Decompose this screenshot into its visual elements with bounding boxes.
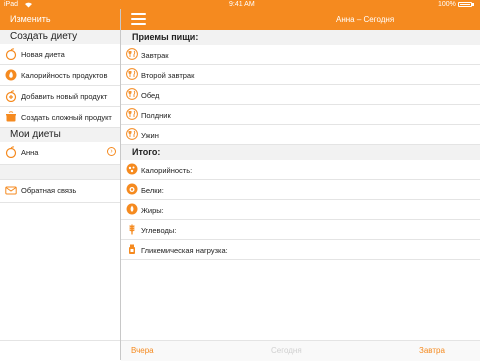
day-toolbar: Вчера Сегодня Завтра <box>121 340 480 361</box>
device-label: iPad <box>4 1 19 8</box>
protein-icon <box>126 183 138 195</box>
cutlery-icon <box>126 88 138 100</box>
sidebar-item-diet-anna[interactable]: Анна › <box>0 142 120 165</box>
sidebar-navbar: Изменить <box>0 9 120 30</box>
yesterday-button[interactable]: Вчера <box>131 346 154 355</box>
sidebar-item-add-product[interactable]: Добавить новый продукт <box>0 86 120 107</box>
chevron-right-icon[interactable]: › <box>107 147 116 156</box>
pot-icon <box>5 111 17 123</box>
wheat-icon <box>126 223 138 235</box>
mail-icon <box>5 184 17 196</box>
total-row-fat: Жиры: <box>121 200 480 220</box>
total-row-carbs: Углеводы: <box>121 220 480 240</box>
meal-label: Ужин <box>141 131 159 140</box>
page-title: Анна – Сегодня <box>336 15 395 24</box>
meal-row-second-breakfast[interactable]: Второй завтрак <box>121 65 480 85</box>
apple-icon <box>5 48 17 61</box>
total-label: Жиры: <box>141 206 164 215</box>
status-time: 9:41 AM <box>229 1 255 8</box>
total-row-glycemic: Гликемическая нагрузка: <box>121 240 480 260</box>
add-product-icon <box>5 90 17 103</box>
total-label: Калорийность: <box>141 166 193 175</box>
cutlery-icon <box>126 108 138 120</box>
battery-icon <box>458 2 472 7</box>
total-label: Гликемическая нагрузка: <box>141 246 228 255</box>
sidebar-item-label: Новая диета <box>21 50 65 59</box>
sidebar-item-label: Создать сложный продукт <box>21 113 112 122</box>
main-content: Приемы пищи: Завтрак Второй завтрак Обед… <box>121 30 480 260</box>
today-button[interactable]: Сегодня <box>271 346 302 355</box>
battery-percent: 100% <box>438 1 456 8</box>
apple-outline-icon <box>5 146 17 159</box>
totals-header: Итого: <box>121 145 480 160</box>
main-navbar: Анна – Сегодня <box>121 9 480 30</box>
sidebar-item-calories[interactable]: Калорийность продуктов <box>0 65 120 86</box>
sidebar-item-label: Обратная связь <box>21 186 77 195</box>
menu-icon[interactable] <box>131 13 146 25</box>
sidebar-item-label: Калорийность продуктов <box>21 71 108 80</box>
spacer <box>0 165 120 179</box>
meal-row-breakfast[interactable]: Завтрак <box>121 45 480 65</box>
total-row-protein: Белки: <box>121 180 480 200</box>
status-bar: iPad 9:41 AM 100% <box>0 0 480 9</box>
my-diets-header: Мои диеты <box>0 128 120 142</box>
meal-row-dinner[interactable]: Ужин <box>121 125 480 145</box>
cutlery-icon <box>126 48 138 60</box>
meal-label: Второй завтрак <box>141 71 195 80</box>
total-row-calories: Калорийность: <box>121 160 480 180</box>
sidebar-item-complex-product[interactable]: Создать сложный продукт <box>0 107 120 128</box>
fat-drop-icon <box>126 203 138 215</box>
glycemic-icon <box>126 243 138 255</box>
total-label: Углеводы: <box>141 226 177 235</box>
sidebar-item-new-diet[interactable]: Новая диета <box>0 44 120 65</box>
create-diet-header: Создать диету <box>0 30 120 44</box>
meal-row-snack[interactable]: Полдник <box>121 105 480 125</box>
meal-label: Завтрак <box>141 51 169 60</box>
calories-icon <box>126 163 138 175</box>
meal-label: Полдник <box>141 111 171 120</box>
meal-label: Обед <box>141 91 160 100</box>
sidebar: Создать диету Новая диета Калорийность п… <box>0 30 120 340</box>
meal-row-lunch[interactable]: Обед <box>121 85 480 105</box>
cutlery-icon <box>126 68 138 80</box>
meals-header: Приемы пищи: <box>121 30 480 45</box>
tomorrow-button[interactable]: Завтра <box>419 346 445 355</box>
total-label: Белки: <box>141 186 164 195</box>
sidebar-footer <box>0 340 120 361</box>
flame-icon <box>5 69 17 81</box>
cutlery-icon <box>126 128 138 140</box>
sidebar-item-label: Анна <box>21 148 39 157</box>
sidebar-item-feedback[interactable]: Обратная связь <box>0 179 120 203</box>
sidebar-item-label: Добавить новый продукт <box>21 92 108 101</box>
edit-button[interactable]: Изменить <box>10 14 51 24</box>
